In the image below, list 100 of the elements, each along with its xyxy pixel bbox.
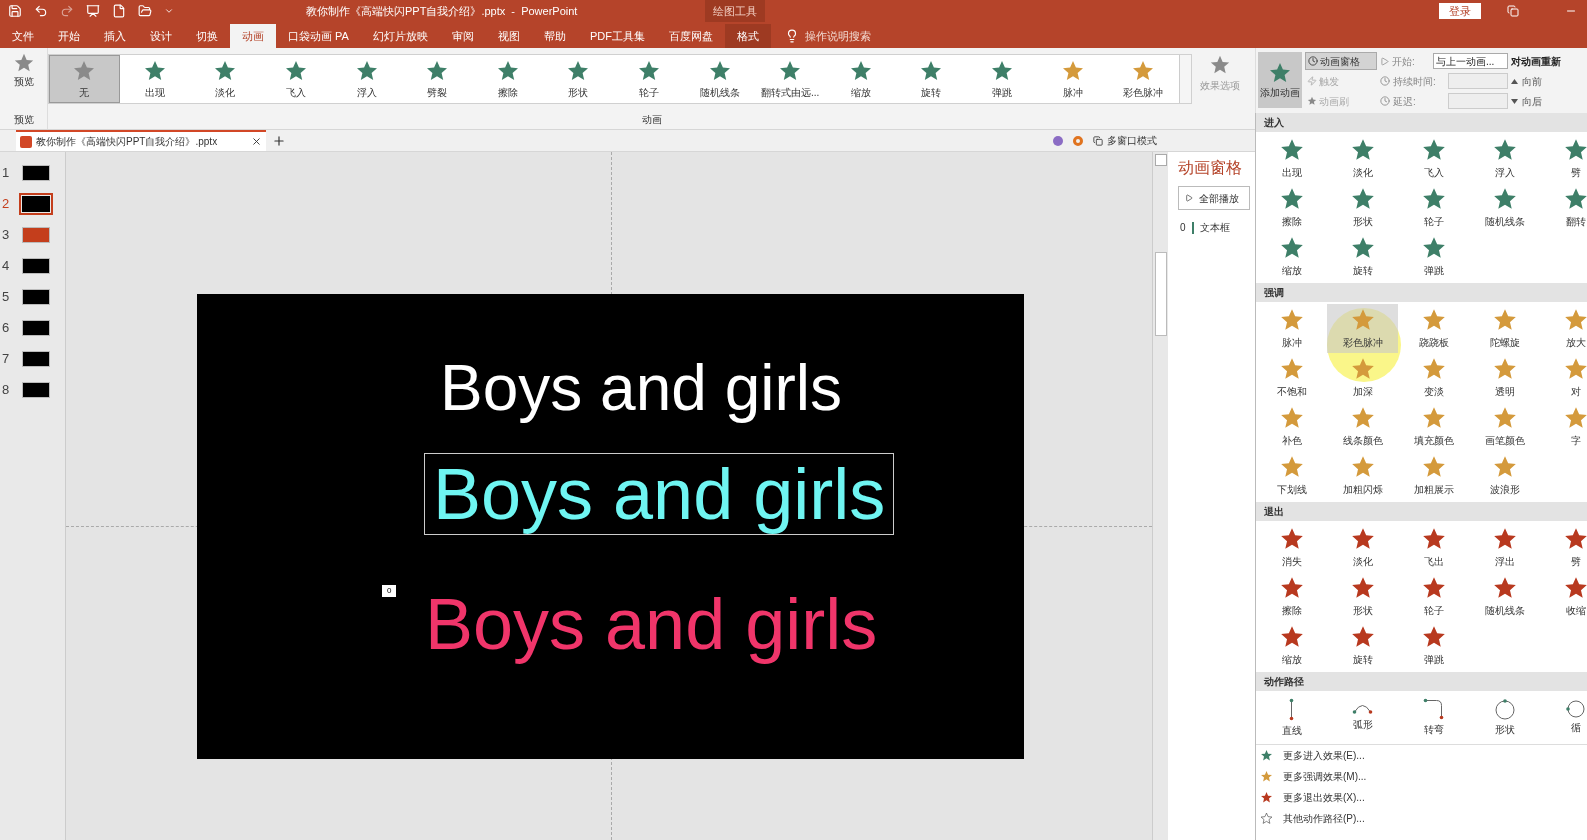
ribbon-tab[interactable]: 视图 <box>485 24 532 48</box>
effect-item[interactable]: 转弯 <box>1398 693 1469 742</box>
effect-item[interactable]: 轮子 <box>1398 572 1469 621</box>
scroll-up-button[interactable] <box>1154 154 1167 166</box>
animation-gallery-item[interactable]: 浮入 <box>331 55 402 103</box>
effect-item[interactable]: 旋转 <box>1327 232 1398 281</box>
effect-item[interactable]: 填充颜色 <box>1398 402 1469 451</box>
login-button[interactable]: 登录 <box>1439 3 1481 19</box>
effect-item[interactable]: 形状 <box>1469 693 1540 742</box>
undo-icon[interactable] <box>34 4 48 18</box>
effect-item[interactable]: 飞入 <box>1398 134 1469 183</box>
ribbon-tab[interactable]: 百度网盘 <box>656 24 725 48</box>
ribbon-tab[interactable]: 格式 <box>724 24 771 48</box>
effect-item[interactable]: 加粗展示 <box>1398 451 1469 500</box>
ribbon-tab[interactable]: 帮助 <box>531 24 578 48</box>
effect-item[interactable]: 消失 <box>1256 523 1327 572</box>
animation-item[interactable]: 文本框 <box>1199 220 1230 235</box>
restore-icon[interactable] <box>1507 5 1519 17</box>
effect-item[interactable]: 随机线条 <box>1469 572 1540 621</box>
effect-item[interactable]: 加粗闪烁 <box>1327 451 1398 500</box>
animation-gallery-item[interactable]: 轮子 <box>613 55 685 103</box>
new-file-icon[interactable] <box>112 4 126 18</box>
effect-item[interactable]: 变淡 <box>1398 353 1469 402</box>
effect-item[interactable]: 字 <box>1540 402 1587 451</box>
ribbon-tab[interactable]: 开始 <box>46 24 92 48</box>
effect-item[interactable]: 波浪形 <box>1469 451 1540 500</box>
effect-item[interactable]: 擦除 <box>1256 183 1327 232</box>
effect-item[interactable]: 直线 <box>1256 693 1327 742</box>
effect-item[interactable]: 旋转 <box>1327 621 1398 670</box>
effect-item[interactable]: 形状 <box>1327 183 1398 232</box>
move-earlier-button[interactable]: 向前 <box>1511 72 1561 90</box>
slide-text[interactable]: Boys and girls <box>425 454 894 534</box>
animation-gallery-item[interactable]: 劈裂 <box>401 55 473 103</box>
slide-thumbnail[interactable] <box>22 227 50 243</box>
effect-item[interactable]: 缩放 <box>1256 621 1327 670</box>
start-dropdown[interactable]: 与上一动画... <box>1433 53 1508 69</box>
effect-item[interactable]: 下划线 <box>1256 451 1327 500</box>
animation-pane-button[interactable]: 动画窗格 <box>1305 52 1377 70</box>
ribbon-tab[interactable]: 切换 <box>184 24 230 48</box>
effect-item[interactable]: 透明 <box>1469 353 1540 402</box>
effect-item[interactable]: 补色 <box>1256 402 1327 451</box>
ribbon-tab[interactable]: 插入 <box>92 24 138 48</box>
animation-gallery-item[interactable]: 旋转 <box>896 55 967 103</box>
animation-gallery-item[interactable]: 缩放 <box>825 55 897 103</box>
document-tab[interactable]: 教你制作《高端快闪PPT自我介绍》.pptx <box>16 130 266 151</box>
effect-item[interactable]: 彩色脉冲 <box>1327 304 1398 353</box>
ribbon-tab[interactable]: 幻灯片放映 <box>360 24 440 48</box>
effect-item[interactable]: 放大 <box>1540 304 1587 353</box>
effect-item[interactable]: 弹跳 <box>1398 232 1469 281</box>
save-icon[interactable] <box>8 4 22 18</box>
animation-gallery-item[interactable]: 形状 <box>543 55 614 103</box>
new-tab-icon[interactable] <box>272 133 286 148</box>
slide-text[interactable]: Boys and girls <box>417 584 886 664</box>
folder-icon[interactable] <box>138 4 152 18</box>
effect-item[interactable]: 翻转 <box>1540 183 1587 232</box>
animation-gallery-item[interactable]: 彩色脉冲 <box>1107 55 1179 103</box>
animation-gallery-item[interactable]: 飞入 <box>260 55 332 103</box>
close-icon[interactable] <box>251 136 262 147</box>
menu-item[interactable]: 更多退出效果(X)... <box>1256 787 1587 808</box>
slideshow-icon[interactable] <box>86 4 100 18</box>
animation-gallery-item[interactable]: 随机线条 <box>684 55 755 103</box>
effect-item[interactable]: 脉冲 <box>1256 304 1327 353</box>
menu-item[interactable]: 更多进入效果(E)... <box>1256 745 1587 766</box>
scrollbar-thumb[interactable] <box>1154 252 1167 336</box>
slide-thumbnail[interactable] <box>22 196 50 212</box>
effect-item[interactable]: 收缩 <box>1540 572 1587 621</box>
add-animation-button[interactable]: 添加动画 <box>1258 52 1302 108</box>
slide-thumbnail[interactable] <box>22 289 50 305</box>
ribbon-tab[interactable]: PDF工具集 <box>577 24 657 48</box>
effect-item[interactable]: 循 <box>1540 693 1587 742</box>
effect-item[interactable]: 出现 <box>1256 134 1327 183</box>
effect-item[interactable]: 画笔颜色 <box>1469 402 1540 451</box>
gallery-scrollbar[interactable] <box>1178 55 1191 103</box>
menu-item[interactable]: 更多强调效果(M)... <box>1256 766 1587 787</box>
multi-window-button[interactable]: 多窗口模式 <box>1093 133 1157 148</box>
ribbon-tab[interactable]: 设计 <box>138 24 184 48</box>
animation-gallery-item[interactable]: 擦除 <box>472 55 544 103</box>
effect-item[interactable]: 淡化 <box>1327 523 1398 572</box>
move-later-button[interactable]: 向后 <box>1511 92 1561 110</box>
effect-item[interactable]: 弧形 <box>1327 693 1398 742</box>
slide[interactable]: Boys and girls Boys and girls 0 Boys and girls <box>197 294 1024 759</box>
play-all-button[interactable]: 全部播放 <box>1178 186 1250 210</box>
effect-item[interactable]: 线条颜色 <box>1327 402 1398 451</box>
slide-thumbnail[interactable] <box>22 320 50 336</box>
effect-item[interactable]: 随机线条 <box>1469 183 1540 232</box>
menu-item[interactable]: 其他动作路径(P)... <box>1256 808 1587 829</box>
effect-item[interactable]: 形状 <box>1327 572 1398 621</box>
search-field[interactable]: 操作说明搜索 <box>804 27 871 45</box>
animation-gallery-item[interactable]: 脉冲 <box>1037 55 1108 103</box>
ribbon-tab[interactable]: 动画 <box>230 24 276 48</box>
effect-item[interactable]: 劈 <box>1540 134 1587 183</box>
effect-item[interactable]: 飞出 <box>1398 523 1469 572</box>
effect-item[interactable]: 弹跳 <box>1398 621 1469 670</box>
animation-gallery-item[interactable]: 无 <box>49 55 120 103</box>
effect-item[interactable]: 不饱和 <box>1256 353 1327 402</box>
animation-gallery-item[interactable]: 淡化 <box>190 55 261 103</box>
customize-caret-icon[interactable] <box>164 6 174 16</box>
ribbon-tab[interactable]: 文件 <box>0 24 46 48</box>
ribbon-tab[interactable]: 口袋动画 PA <box>276 24 361 48</box>
slide-thumbnail[interactable] <box>22 165 50 181</box>
